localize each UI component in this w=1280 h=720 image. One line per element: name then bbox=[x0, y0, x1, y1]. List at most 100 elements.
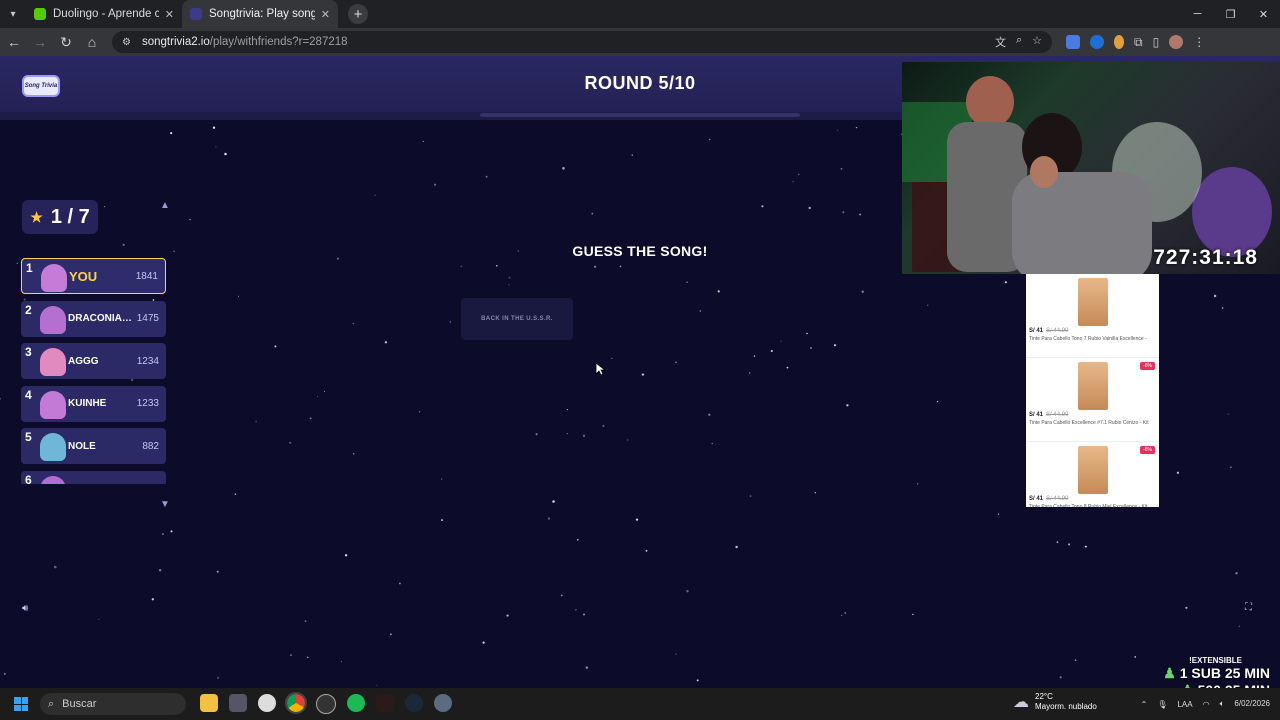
back-icon[interactable]: ← bbox=[2, 30, 26, 54]
tab-search-menu-icon[interactable]: ▾ bbox=[0, 0, 26, 28]
close-window-icon[interactable]: ✕ bbox=[1247, 0, 1280, 28]
sub-icon: ♟ bbox=[1163, 665, 1176, 681]
obs-icon[interactable] bbox=[316, 694, 336, 714]
close-tab-icon[interactable]: ✕ bbox=[321, 8, 330, 21]
star-dot bbox=[936, 400, 939, 403]
star-dot bbox=[3, 672, 6, 675]
player-avatar bbox=[41, 264, 67, 292]
leaderboard-item[interactable]: 3 AGGG 1234 bbox=[21, 343, 166, 379]
sub-line-text: 1 SUB 25 MIN bbox=[1179, 665, 1270, 681]
bookmark-star-icon[interactable]: ☆ bbox=[1032, 34, 1042, 50]
extensions-puzzle-icon[interactable]: ⧉ bbox=[1134, 35, 1143, 50]
shop-item[interactable]: -8% S/ 41 S/ 44.90 Tinte Para Cabello Tono … bbox=[1026, 442, 1159, 507]
leaderboard-item[interactable]: 6 bbox=[21, 470, 166, 484]
site-info-icon[interactable]: ⚙ bbox=[122, 37, 136, 48]
star-dot bbox=[170, 530, 173, 533]
star-dot bbox=[619, 265, 622, 268]
audio-extension-icon[interactable] bbox=[1090, 35, 1104, 49]
star-dot bbox=[711, 443, 713, 445]
wifi-icon[interactable]: ◠ bbox=[1203, 700, 1210, 709]
weather-widget[interactable]: ☁ 22°C Mayorm. nublado bbox=[1013, 692, 1097, 712]
clock[interactable]: 6/02/2026 bbox=[1234, 699, 1270, 709]
system-tray: ⌃ 🎙︎ LAA ◠ 🔈︎ 6/02/2026 bbox=[1141, 688, 1270, 720]
shop-ad-panel: S/ 41 S/ 44.90 Tinte Para Cabello Tono 7 R… bbox=[1026, 274, 1159, 507]
extension-icon[interactable] bbox=[1114, 35, 1124, 49]
address-bar[interactable]: ⚙ songtrivia2.io /play/withfriends?r=287… bbox=[112, 31, 1052, 53]
forward-icon[interactable]: → bbox=[28, 30, 52, 54]
translate-extension-icon[interactable] bbox=[1066, 35, 1080, 49]
overwatch-icon[interactable] bbox=[258, 694, 276, 712]
leaderboard-item[interactable]: 2 DRACONIAN... 1475 bbox=[21, 300, 166, 337]
player-avatar bbox=[40, 390, 66, 419]
star-dot bbox=[699, 310, 701, 312]
leaderboard-item[interactable]: 5 NOLE 882 bbox=[21, 428, 166, 464]
star-dot bbox=[434, 183, 437, 186]
player-rank: 5 bbox=[25, 430, 32, 444]
star-dot bbox=[566, 433, 568, 435]
weather-desc: Mayorm. nublado bbox=[1035, 702, 1097, 711]
product-price: S/ 41 S/ 44.90 bbox=[1029, 412, 1068, 418]
home-icon[interactable]: ⌂ bbox=[80, 30, 104, 54]
spotify-icon[interactable] bbox=[347, 694, 365, 712]
app-icon[interactable] bbox=[229, 694, 247, 712]
star-dot bbox=[753, 355, 756, 357]
search-icon: ⌕ bbox=[48, 697, 55, 710]
star-dot bbox=[797, 173, 800, 176]
discount-badge: -8% bbox=[1140, 446, 1155, 454]
star-dot bbox=[1084, 545, 1087, 548]
product-name: Tinte Para Cabello Tono 7 Rubio Vainilla… bbox=[1029, 336, 1147, 342]
profile-avatar[interactable] bbox=[1169, 35, 1184, 49]
microphone-icon[interactable]: 🎙︎ bbox=[1157, 700, 1167, 709]
minimize-icon[interactable]: ─ bbox=[1181, 0, 1214, 28]
player-name: NOLE bbox=[68, 440, 96, 452]
shop-item[interactable]: S/ 41 S/ 44.90 Tinte Para Cabello Tono 7 R… bbox=[1026, 274, 1159, 358]
star-dot bbox=[170, 132, 173, 135]
scroll-up-icon[interactable]: ▲ bbox=[160, 200, 170, 211]
star-dot bbox=[927, 304, 929, 306]
product-image bbox=[1078, 446, 1108, 494]
star-dot bbox=[237, 295, 240, 297]
star-dot bbox=[577, 539, 579, 541]
restore-icon[interactable]: ❐ bbox=[1214, 0, 1247, 28]
sound-icon[interactable]: 🔊︎ bbox=[22, 603, 28, 614]
reload-icon[interactable]: ↻ bbox=[54, 30, 78, 54]
star-dot bbox=[304, 620, 307, 622]
new-tab-button[interactable]: + bbox=[348, 4, 368, 24]
answer-option[interactable]: BACK IN THE U.S.S.R. bbox=[461, 298, 573, 340]
volume-icon[interactable]: 🔈︎ bbox=[1220, 699, 1225, 709]
taskbar-search[interactable]: ⌕ Buscar bbox=[40, 693, 186, 715]
sidebar-icon[interactable]: ▯ bbox=[1153, 35, 1160, 49]
chrome-icon[interactable] bbox=[285, 692, 307, 714]
star-dot bbox=[602, 424, 605, 427]
leaderboard-item[interactable]: 4 KUINHE 1233 bbox=[21, 385, 166, 422]
settings-icon[interactable] bbox=[434, 694, 452, 712]
old-price: S/ 44.90 bbox=[1046, 328, 1069, 334]
duolingo-favicon-icon bbox=[34, 8, 46, 20]
leaderboard-item[interactable]: 1 YOU 1841 bbox=[21, 258, 166, 294]
valorant-icon[interactable] bbox=[376, 694, 394, 712]
window-controls: ─ ❐ ✕ bbox=[1181, 0, 1280, 28]
language-indicator[interactable]: LAA bbox=[1177, 700, 1192, 709]
windows-start-icon[interactable] bbox=[14, 697, 28, 711]
tab-songtrivia[interactable]: Songtrivia: Play song quizzes w ✕ bbox=[182, 0, 338, 28]
steam-icon[interactable] bbox=[405, 694, 423, 712]
star-dot bbox=[1213, 294, 1217, 298]
fullscreen-icon[interactable]: ⛶ bbox=[1245, 602, 1252, 613]
star-dot bbox=[611, 357, 613, 359]
player-score: 882 bbox=[142, 440, 159, 452]
close-tab-icon[interactable]: ✕ bbox=[165, 8, 174, 21]
more-menu-icon[interactable]: ⋮ bbox=[1193, 35, 1205, 49]
file-explorer-icon[interactable] bbox=[200, 694, 218, 712]
zoom-icon[interactable]: ⌕ bbox=[1016, 34, 1022, 50]
shop-item[interactable]: -8% S/ 41 S/ 44.90 Tinte Para Cabello Excel… bbox=[1026, 358, 1159, 442]
translate-icon[interactable]: 文 bbox=[995, 34, 1006, 50]
star-dot bbox=[585, 666, 589, 669]
chevron-up-icon[interactable]: ⌃ bbox=[1141, 700, 1148, 709]
star-dot bbox=[158, 568, 162, 572]
price-value: S/ 41 bbox=[1029, 496, 1044, 502]
player-score: 1475 bbox=[136, 313, 159, 324]
counter-value: 1 / 7 bbox=[50, 205, 90, 228]
tab-duolingo[interactable]: Duolingo - Aprende con leccio ✕ bbox=[26, 0, 182, 28]
star-dot bbox=[631, 154, 634, 156]
scroll-down-icon[interactable]: ▼ bbox=[160, 499, 170, 510]
